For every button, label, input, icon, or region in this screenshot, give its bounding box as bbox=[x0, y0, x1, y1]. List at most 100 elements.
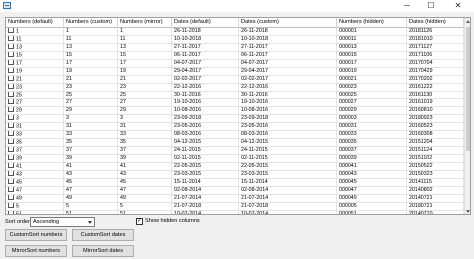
table-cell[interactable]: 25 bbox=[6, 91, 64, 100]
table-cell[interactable]: 31 bbox=[6, 123, 64, 132]
custom-sort-numbers-button[interactable]: CustomSort numbers bbox=[5, 229, 67, 241]
table-cell[interactable]: 37 bbox=[64, 147, 118, 155]
table-cell[interactable]: 23-09-2018 bbox=[239, 115, 337, 124]
column-header[interactable]: Numbers (custom) bbox=[64, 18, 118, 28]
table-cell[interactable]: 10-07-2014 bbox=[172, 210, 239, 214]
table-cell[interactable]: 02-11-2015 bbox=[172, 155, 239, 163]
table-cell[interactable]: 41 bbox=[64, 162, 118, 171]
table-cell[interactable]: 20180923 bbox=[407, 115, 464, 124]
table-cell[interactable]: 29-04-2017 bbox=[172, 67, 239, 76]
table-cell[interactable]: 000037 bbox=[337, 147, 407, 155]
column-header[interactable]: Dates (hidden) bbox=[407, 18, 464, 28]
close-button[interactable]: ✕ bbox=[443, 0, 473, 12]
table-row[interactable]: 49 49 49 21-07-2014 21-07-2014 000049 20140721 bbox=[6, 194, 464, 203]
table-cell[interactable]: 49 bbox=[64, 194, 118, 203]
table-cell[interactable]: 20161130 bbox=[407, 91, 464, 100]
row-checkbox-icon[interactable] bbox=[8, 162, 14, 168]
table-cell[interactable]: 13 bbox=[64, 43, 118, 52]
table-cell[interactable]: 23-05-2016 bbox=[239, 123, 337, 132]
table-cell[interactable]: 27-11-2017 bbox=[172, 43, 239, 52]
table-cell[interactable]: 47 bbox=[6, 186, 64, 195]
table-cell[interactable]: 25 bbox=[64, 91, 118, 100]
minimize-button[interactable]: ─ bbox=[395, 0, 419, 12]
row-checkbox-icon[interactable] bbox=[8, 99, 14, 105]
table-cell[interactable]: 20171106 bbox=[407, 51, 464, 60]
table-cell[interactable]: 49 bbox=[6, 194, 64, 203]
column-header[interactable]: Dates (default) bbox=[172, 18, 239, 28]
table-cell[interactable]: 20160810 bbox=[407, 107, 464, 116]
row-checkbox-icon[interactable] bbox=[8, 210, 14, 214]
row-checkbox-icon[interactable] bbox=[8, 28, 14, 33]
table-cell[interactable]: 20140802 bbox=[407, 186, 464, 195]
table-cell[interactable]: 000045 bbox=[337, 178, 407, 187]
table-row[interactable]: 35 35 35 04-12-2015 04-12-2015 000035 20151204 bbox=[6, 139, 464, 148]
row-checkbox-icon[interactable] bbox=[8, 131, 14, 137]
table-cell[interactable]: 04-07-2017 bbox=[239, 59, 337, 68]
table-cell[interactable]: 04-07-2017 bbox=[172, 59, 239, 68]
table-cell[interactable]: 5 bbox=[118, 202, 172, 211]
custom-sort-dates-button[interactable]: CustomSort dates bbox=[72, 229, 134, 241]
table-cell[interactable]: 11 bbox=[118, 35, 172, 44]
row-checkbox-icon[interactable] bbox=[8, 51, 14, 57]
scroll-up-icon[interactable] bbox=[466, 20, 470, 23]
table-cell[interactable]: 31 bbox=[118, 123, 172, 132]
table-cell[interactable]: 29 bbox=[6, 107, 64, 116]
table-cell[interactable]: 21 bbox=[6, 75, 64, 84]
table-cell[interactable]: 20151124 bbox=[407, 147, 464, 155]
table-cell[interactable]: 23 bbox=[64, 83, 118, 92]
table-cell[interactable]: 20140721 bbox=[407, 194, 464, 203]
table-cell[interactable]: 11 bbox=[64, 35, 118, 44]
table-cell[interactable]: 20180721 bbox=[407, 202, 464, 211]
table-cell[interactable]: 06-11-2017 bbox=[239, 51, 337, 60]
table-cell[interactable]: 13 bbox=[6, 43, 64, 52]
table-cell[interactable]: 3 bbox=[6, 115, 64, 124]
table-cell[interactable]: 000035 bbox=[337, 139, 407, 148]
table-cell[interactable]: 10-08-2016 bbox=[239, 107, 337, 116]
table-cell[interactable]: 000005 bbox=[337, 202, 407, 211]
table-cell[interactable]: 20171127 bbox=[407, 43, 464, 52]
table-cell[interactable]: 39 bbox=[118, 155, 172, 163]
table-row[interactable]: 19 19 19 29-04-2017 29-04-2017 000019 20170429 bbox=[6, 67, 464, 76]
table-cell[interactable]: 15 bbox=[118, 51, 172, 60]
table-row[interactable]: 11 11 11 10-10-2018 10-10-2018 000011 20181010 bbox=[6, 35, 464, 44]
table-cell[interactable]: 000019 bbox=[337, 67, 407, 76]
table-cell[interactable]: 23-09-2018 bbox=[172, 115, 239, 124]
row-checkbox-icon[interactable] bbox=[8, 139, 14, 145]
table-cell[interactable]: 43 bbox=[118, 170, 172, 179]
show-hidden-label[interactable]: Show hidden columns bbox=[145, 218, 200, 225]
table-cell[interactable]: 23-03-2015 bbox=[172, 170, 239, 179]
table-cell[interactable]: 35 bbox=[6, 139, 64, 148]
table-cell[interactable]: 000001 bbox=[337, 28, 407, 36]
data-grid[interactable]: Numbers (default) Numbers (custom) Numbe… bbox=[5, 17, 471, 215]
table-cell[interactable]: 000021 bbox=[337, 75, 407, 84]
table-cell[interactable]: 19-10-2016 bbox=[239, 99, 337, 108]
table-row[interactable]: 1 1 1 26-11-2018 26-11-2018 000001 20181126 bbox=[6, 28, 464, 36]
table-cell[interactable]: 29 bbox=[118, 107, 172, 116]
table-row[interactable]: 25 25 25 30-11-2016 30-11-2016 000025 20161130 bbox=[6, 91, 464, 100]
show-hidden-checkbox[interactable]: ✓ bbox=[136, 218, 143, 225]
table-cell[interactable]: 02-08-2014 bbox=[172, 186, 239, 195]
table-cell[interactable]: 20170704 bbox=[407, 59, 464, 68]
table-cell[interactable]: 000043 bbox=[337, 170, 407, 179]
table-cell[interactable]: 19 bbox=[118, 67, 172, 76]
row-checkbox-icon[interactable] bbox=[8, 75, 14, 81]
row-checkbox-icon[interactable] bbox=[8, 59, 14, 65]
table-row[interactable]: 43 43 43 23-03-2015 23-03-2015 000043 20150323 bbox=[6, 170, 464, 179]
table-row[interactable]: 37 37 37 24-11-2015 24-11-2015 000037 20151124 bbox=[6, 147, 464, 155]
table-cell[interactable]: 000023 bbox=[337, 83, 407, 92]
table-row[interactable]: 45 45 45 15-11-2014 15-11-2014 000045 20141115 bbox=[6, 178, 464, 187]
table-cell[interactable]: 1 bbox=[64, 28, 118, 36]
table-cell[interactable]: 51 bbox=[118, 210, 172, 214]
table-cell[interactable]: 23 bbox=[6, 83, 64, 92]
table-cell[interactable]: 02-02-2017 bbox=[172, 75, 239, 84]
table-cell[interactable]: 20160308 bbox=[407, 131, 464, 140]
table-cell[interactable]: 20151204 bbox=[407, 139, 464, 148]
table-cell[interactable]: 31 bbox=[64, 123, 118, 132]
table-cell[interactable]: 000041 bbox=[337, 162, 407, 171]
table-cell[interactable]: 000033 bbox=[337, 131, 407, 140]
table-cell[interactable]: 000011 bbox=[337, 35, 407, 44]
table-cell[interactable]: 22-05-2015 bbox=[239, 162, 337, 171]
table-cell[interactable]: 13 bbox=[118, 43, 172, 52]
row-checkbox-icon[interactable] bbox=[8, 115, 14, 121]
table-cell[interactable]: 39 bbox=[6, 155, 64, 163]
